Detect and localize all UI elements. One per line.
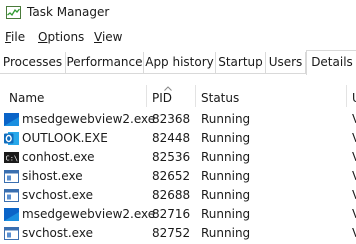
process-status: Running [201,226,251,240]
table-row[interactable]: C:\ conhost.exe 82536 Running V [0,148,356,167]
table-row[interactable]: msedgewebview2.exe 82368 Running V [0,110,356,129]
table-row[interactable]: msedgewebview2.exe 82716 Running V [0,205,356,224]
column-separator[interactable] [146,85,147,107]
task-manager-icon [6,6,21,19]
sort-ascending-icon [164,86,172,91]
process-pid: 82716 [152,207,191,221]
process-status: Running [201,150,251,164]
process-status: Running [201,131,251,145]
process-user: V [352,226,356,241]
column-status[interactable]: Status [201,91,239,105]
process-name: svchost.exe [22,188,93,202]
tab-details[interactable]: Details [306,50,356,75]
process-name: conhost.exe [22,150,95,164]
menu-file[interactable]: File [5,30,25,45]
table-row[interactable]: svchost.exe 82688 Running V [0,186,356,205]
column-header: Name PID Status U [0,85,356,107]
column-separator[interactable] [346,85,347,107]
process-status: Running [201,207,251,221]
title-bar: Task Manager [0,0,356,27]
console-icon: C:\ [4,152,19,163]
system-process-icon [4,227,19,240]
process-name: sihost.exe [22,169,83,183]
process-status: Running [201,169,251,183]
process-status: Running [201,112,251,126]
table-row[interactable]: sihost.exe 82652 Running V [0,167,356,186]
process-name: msedgewebview2.exe [22,112,156,126]
window-title: Task Manager [27,5,110,19]
process-pid: 82688 [152,188,191,202]
system-process-icon [4,189,19,202]
menu-options[interactable]: Options [38,30,84,45]
tab-app-history[interactable]: App history [144,52,216,73]
process-pid: 82752 [152,226,191,240]
system-process-icon [4,170,19,183]
column-separator[interactable] [195,85,196,107]
tab-startup[interactable]: Startup [216,52,266,73]
tab-users[interactable]: Users [266,52,306,73]
tab-bar: Processes Performance App history Startu… [0,50,356,75]
process-name: svchost.exe [22,226,93,240]
tab-processes[interactable]: Processes [0,52,66,73]
process-user: V [352,169,356,184]
process-status: Running [201,188,251,202]
tab-performance[interactable]: Performance [66,52,144,73]
process-user: V [352,207,356,222]
edge-webview-icon [4,208,19,221]
process-user: V [352,112,356,127]
process-pid: 82652 [152,169,191,183]
outlook-icon [4,132,19,145]
column-name[interactable]: Name [9,91,44,105]
column-pid[interactable]: PID [152,91,172,105]
process-pid: 82448 [152,131,191,145]
column-user[interactable]: U [352,91,356,105]
menu-bar: File Options View [0,27,356,49]
process-pid: 82368 [152,112,191,126]
process-pid: 82536 [152,150,191,164]
table-row[interactable]: OUTLOOK.EXE 82448 Running V [0,129,356,148]
process-name: OUTLOOK.EXE [22,131,108,145]
edge-webview-icon [4,113,19,126]
process-user: V [352,188,356,203]
menu-view[interactable]: View [94,30,122,45]
process-user: V [352,131,356,146]
svg-text:C:\: C:\ [6,155,19,163]
process-name: msedgewebview2.exe [22,207,156,221]
table-row[interactable]: svchost.exe 82752 Running V [0,224,356,243]
process-user: V [352,150,356,165]
